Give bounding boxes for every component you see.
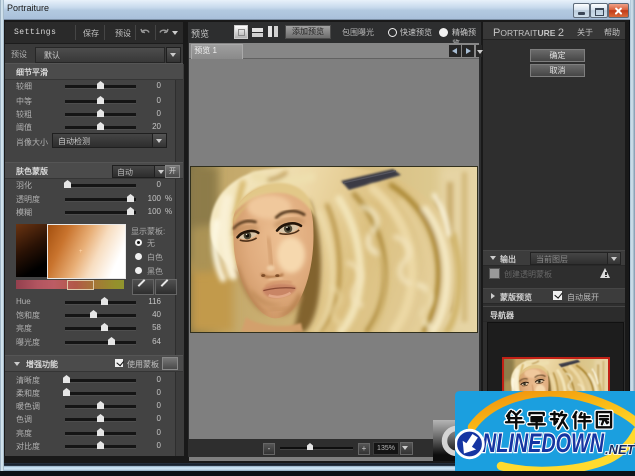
svg-text:NLINEDOWN: NLINEDOWN <box>482 428 604 458</box>
svg-text:.NET: .NET <box>605 442 635 457</box>
